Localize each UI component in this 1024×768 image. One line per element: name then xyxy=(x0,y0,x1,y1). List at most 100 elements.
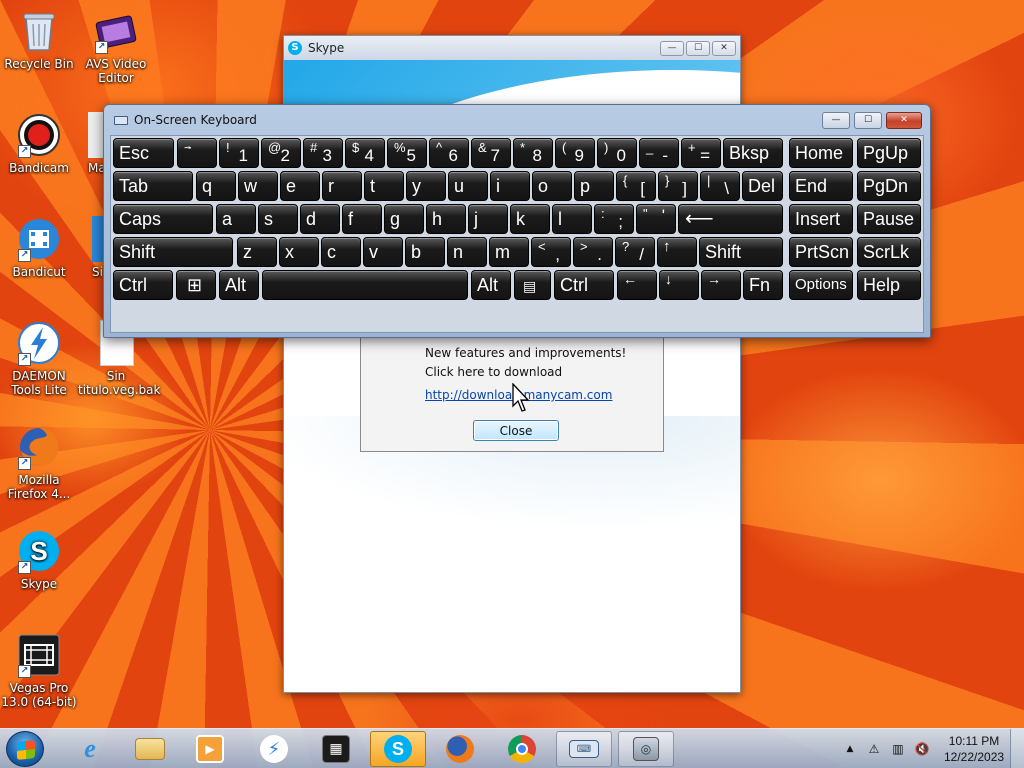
minimize-button[interactable]: — xyxy=(822,111,850,129)
key-o[interactable]: o xyxy=(532,171,572,201)
clock[interactable]: 10:11 PM 12/22/2023 xyxy=(944,733,1004,765)
key-2[interactable]: @2 xyxy=(261,138,301,168)
key-left-ctrl[interactable]: Ctrl xyxy=(113,270,173,300)
key-e[interactable]: e xyxy=(280,171,320,201)
desktop-icon-daemon-tools[interactable]: ↗ DAEMON Tools Lite xyxy=(1,320,77,397)
key-period[interactable]: >. xyxy=(573,237,613,267)
key-m[interactable]: m xyxy=(489,237,529,267)
key-left-shift[interactable]: Shift xyxy=(113,237,233,267)
key-left-alt[interactable]: Alt xyxy=(219,270,259,300)
key-n[interactable]: n xyxy=(447,237,487,267)
key-left-arrow[interactable]: ← xyxy=(617,270,657,300)
key-v[interactable]: v xyxy=(363,237,403,267)
show-desktop-button[interactable] xyxy=(1010,729,1024,768)
key-home[interactable]: Home xyxy=(789,138,853,168)
key-windows[interactable]: ⊞ xyxy=(176,270,216,300)
taskbar-on-screen-keyboard[interactable]: ⌨ xyxy=(556,731,612,767)
desktop-icon-firefox[interactable]: ↗ Mozilla Firefox 4... xyxy=(1,424,77,501)
key-caps-lock[interactable]: Caps xyxy=(113,204,213,234)
network-icon[interactable]: ▥ xyxy=(890,741,906,757)
key-h[interactable]: h xyxy=(426,204,466,234)
maximize-button[interactable]: ☐ xyxy=(854,111,882,129)
key-print-screen[interactable]: PrtScn xyxy=(789,237,853,267)
key-3[interactable]: #3 xyxy=(303,138,343,168)
key-tab[interactable]: Tab xyxy=(113,171,193,201)
key-9[interactable]: (9 xyxy=(555,138,595,168)
skype-title-bar[interactable]: S Skype — ☐ ✕ xyxy=(284,36,740,60)
key-i[interactable]: i xyxy=(490,171,530,201)
key-c[interactable]: c xyxy=(321,237,361,267)
key-z[interactable]: z xyxy=(237,237,277,267)
key-b[interactable]: b xyxy=(405,237,445,267)
key-right-bracket[interactable]: }] xyxy=(658,171,698,201)
key-6[interactable]: ^ 6 xyxy=(429,138,469,168)
key-end[interactable]: End xyxy=(789,171,853,201)
key-page-down[interactable]: PgDn xyxy=(857,171,921,201)
taskbar-skype[interactable]: S xyxy=(370,731,426,767)
key-a[interactable]: a xyxy=(216,204,256,234)
maximize-button[interactable]: ☐ xyxy=(686,40,710,56)
key-page-up[interactable]: PgUp xyxy=(857,138,921,168)
key-1[interactable]: ! 1 xyxy=(219,138,259,168)
volume-muted-icon[interactable]: 🔇 xyxy=(914,741,930,757)
key-backspace[interactable]: Bksp xyxy=(723,138,783,168)
key-right-alt[interactable]: Alt xyxy=(471,270,511,300)
key-backtick[interactable]: ~ ` xyxy=(177,138,217,168)
key-left-bracket[interactable]: {[ xyxy=(616,171,656,201)
minimize-button[interactable]: — xyxy=(660,40,684,56)
key-space[interactable] xyxy=(262,270,468,300)
key-semicolon[interactable]: :; xyxy=(594,204,634,234)
key-0[interactable]: ) 0 xyxy=(597,138,637,168)
key-5[interactable]: % 5 xyxy=(387,138,427,168)
key-q[interactable]: q xyxy=(196,171,236,201)
key-backslash[interactable]: | \ xyxy=(700,171,740,201)
desktop-icon-avs-video-editor[interactable]: ↗ AVS Video Editor xyxy=(78,8,154,85)
desktop-icon-partial[interactable]: Si xyxy=(78,216,104,279)
key-scroll-lock[interactable]: ScrLk xyxy=(857,237,921,267)
key-pause[interactable]: Pause xyxy=(857,204,921,234)
key-esc[interactable]: Esc xyxy=(113,138,174,168)
network-alert-icon[interactable]: ⚠ xyxy=(866,741,882,757)
taskbar-firefox[interactable] xyxy=(432,731,488,767)
key-r[interactable]: r xyxy=(322,171,362,201)
desktop-icon-partial[interactable]: Ma xyxy=(78,112,104,175)
close-button[interactable]: ✕ xyxy=(886,111,922,129)
key-fn[interactable]: Fn xyxy=(743,270,783,300)
osk-title-bar[interactable]: On-Screen Keyboard — ☐ ✕ xyxy=(104,105,930,135)
key-enter[interactable]: ⟵ xyxy=(678,204,783,234)
key-s[interactable]: s xyxy=(258,204,298,234)
taskbar-internet-explorer[interactable]: e xyxy=(62,731,118,767)
key-up-arrow[interactable]: ↑ xyxy=(657,237,697,267)
key-u[interactable]: u xyxy=(448,171,488,201)
desktop-icon-skype[interactable]: S ↗ Skype xyxy=(1,528,77,591)
key-k[interactable]: k xyxy=(510,204,550,234)
key-help[interactable]: Help xyxy=(857,270,921,300)
taskbar-vegas-pro[interactable]: ▦ xyxy=(308,731,364,767)
desktop-icon-recycle-bin[interactable]: Recycle Bin xyxy=(1,8,77,71)
taskbar-manycam[interactable]: ◎ xyxy=(618,731,674,767)
key-quote[interactable]: " ' xyxy=(636,204,676,234)
start-button[interactable] xyxy=(6,731,44,767)
key-right-arrow[interactable]: → xyxy=(701,270,741,300)
key-x[interactable]: x xyxy=(279,237,319,267)
key-slash[interactable]: ? / xyxy=(615,237,655,267)
close-button[interactable]: ✕ xyxy=(712,40,736,56)
desktop-icon-bandicut[interactable]: ↗ Bandicut xyxy=(1,216,77,279)
key-minus[interactable]: _ - xyxy=(639,138,679,168)
taskbar-windows-explorer[interactable] xyxy=(122,731,178,767)
key-equals[interactable]: + = xyxy=(681,138,721,168)
taskbar-chrome[interactable] xyxy=(494,731,550,767)
key-f[interactable]: f xyxy=(342,204,382,234)
key-p[interactable]: p xyxy=(574,171,614,201)
key-l[interactable]: l xyxy=(552,204,592,234)
key-right-ctrl[interactable]: Ctrl xyxy=(554,270,614,300)
key-menu[interactable]: ▤ xyxy=(514,270,551,300)
desktop-icon-vegas-pro[interactable]: ↗ Vegas Pro 13.0 (64-bit) xyxy=(1,632,77,709)
key-delete[interactable]: Del xyxy=(742,171,783,201)
close-button[interactable]: Close xyxy=(473,420,559,441)
key-7[interactable]: & 7 xyxy=(471,138,511,168)
key-comma[interactable]: <, xyxy=(531,237,571,267)
key-g[interactable]: g xyxy=(384,204,424,234)
desktop-icon-bandicam[interactable]: ↗ Bandicam xyxy=(1,112,77,175)
key-j[interactable]: j xyxy=(468,204,508,234)
